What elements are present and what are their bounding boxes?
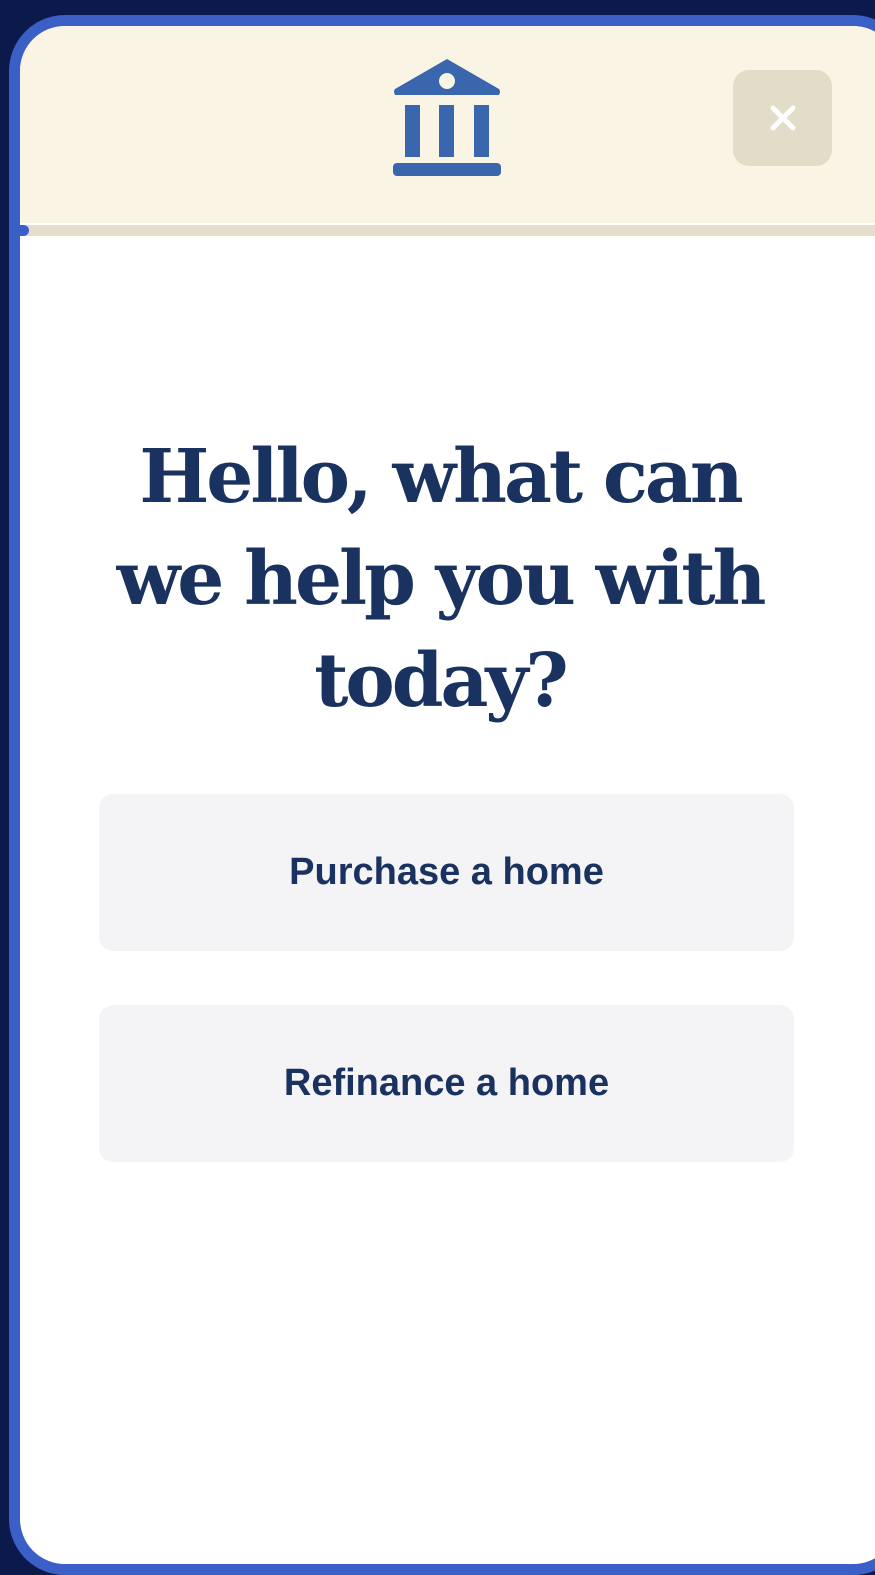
modal-frame: Hello, what can we help you with today? … <box>9 15 875 1575</box>
progress-bar <box>20 225 875 236</box>
page-title: Hello, what can we help you with today? <box>116 434 767 724</box>
purchase-home-button[interactable]: Purchase a home <box>99 794 794 951</box>
close-button[interactable] <box>733 70 832 166</box>
refinance-home-button[interactable]: Refinance a home <box>99 1005 794 1162</box>
purchase-home-label: Purchase a home <box>289 851 604 893</box>
modal-header <box>20 26 875 223</box>
progress-bar-fill <box>20 225 29 236</box>
bank-building-icon <box>393 59 501 176</box>
refinance-home-label: Refinance a home <box>283 1062 610 1104</box>
close-x-icon <box>770 105 795 131</box>
